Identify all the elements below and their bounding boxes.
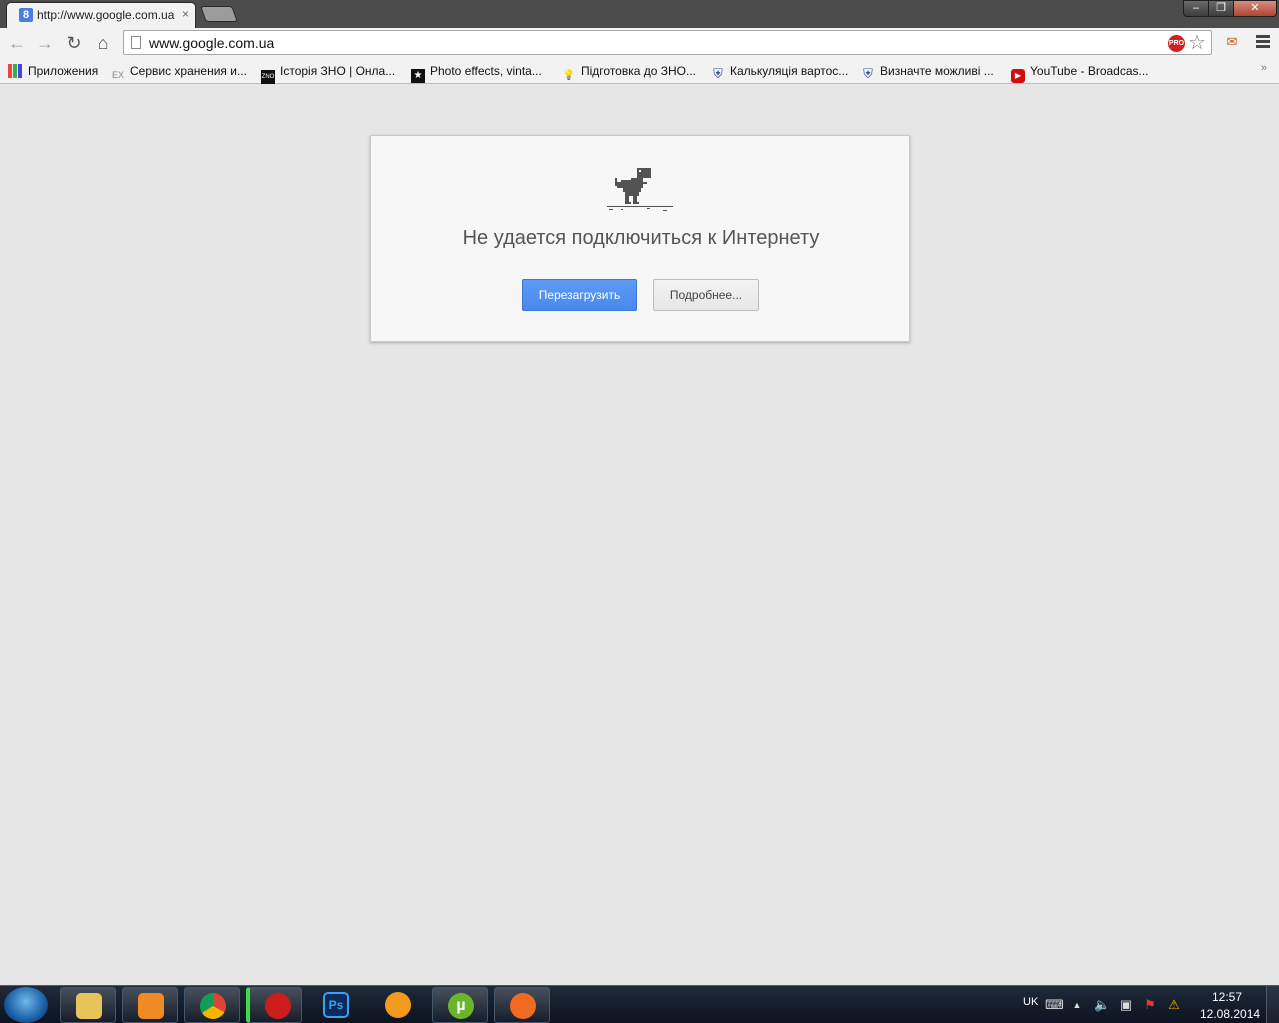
taskbar-chrome[interactable]: [184, 987, 240, 1023]
bookmark-label: Історія ЗНО | Онла...: [280, 64, 396, 78]
clock-date[interactable]: 12.08.2014: [1200, 1007, 1260, 1021]
folder-icon: [76, 993, 102, 1019]
bookmark-item[interactable]: 💡 Підготовка до ЗНО...: [562, 62, 697, 81]
close-window-button[interactable]: ✕: [1233, 0, 1277, 17]
page-content: Не удается подключиться к Интернету Пере…: [0, 85, 1279, 985]
windows-taskbar: Ps µ UK ⌨ ▲ 🔈 ▣ ⚑ ⚠ 12:57 12.08.2014: [0, 985, 1279, 1023]
bookmark-item[interactable]: ▶ YouTube - Broadcas...: [1011, 62, 1149, 83]
shield-icon: ⛨: [863, 66, 873, 81]
lightbulb-icon: 💡: [562, 70, 576, 81]
action-center-icon[interactable]: ⚑: [1142, 997, 1158, 1013]
shield-icon: ⛨: [713, 66, 723, 81]
address-bar[interactable]: www.google.com.ua PRO ☆: [123, 30, 1212, 55]
tab-close-icon[interactable]: ×: [182, 7, 189, 21]
offline-error-card: Не удается подключиться к Интернету Пере…: [370, 135, 910, 342]
opera-icon: [265, 993, 291, 1019]
bookmark-item[interactable]: ★ Photo effects, vinta...: [411, 62, 542, 83]
keyboard-icon[interactable]: ⌨: [1045, 997, 1064, 1013]
utorrent-icon: µ: [448, 993, 474, 1019]
bookmark-label: Сервис хранения и...: [130, 64, 247, 78]
tab-title: http://www.google.com.ua: [37, 8, 175, 22]
bookmark-label: Photo effects, vinta...: [430, 64, 542, 78]
star-badge-icon: ★: [411, 69, 425, 83]
bookmark-apps[interactable]: Приложения: [8, 62, 98, 80]
taskbar-utorrent[interactable]: µ: [432, 987, 488, 1023]
apps-icon: [8, 64, 22, 78]
bookmark-item[interactable]: EX Сервис хранения и...: [111, 62, 247, 80]
url-text[interactable]: www.google.com.ua: [149, 35, 274, 51]
extension-icon[interactable]: ✉: [1224, 34, 1240, 50]
bookmark-label: Приложения: [28, 64, 99, 78]
page-icon: [131, 36, 141, 49]
volume-icon[interactable]: 🔈: [1094, 997, 1110, 1013]
network-icon[interactable]: ▣: [1118, 997, 1134, 1013]
bookmark-star-icon[interactable]: ☆: [1188, 32, 1206, 54]
show-desktop-button[interactable]: [1266, 986, 1279, 1023]
google-favicon-icon: 8: [19, 8, 33, 22]
photoshop-icon: Ps: [323, 992, 349, 1018]
tray-expand-icon[interactable]: ▲: [1069, 997, 1085, 1013]
taskbar-aimp[interactable]: [370, 987, 426, 1023]
media-player-icon: [138, 993, 164, 1019]
youtube-icon: ▶: [1011, 69, 1025, 83]
taskbar-photoshop[interactable]: Ps: [308, 987, 364, 1023]
warning-icon[interactable]: ⚠: [1166, 997, 1182, 1013]
forward-arrow-icon[interactable]: →: [34, 33, 56, 53]
bookmark-label: Визначте можливі ...: [880, 64, 994, 78]
aimp-icon: [385, 992, 411, 1018]
offline-dino-icon: [607, 168, 673, 211]
chrome-menu-icon[interactable]: [1256, 35, 1270, 49]
language-indicator[interactable]: UK: [1023, 996, 1038, 1023]
bookmark-label: Калькуляція вартос...: [730, 64, 849, 78]
details-button[interactable]: Подробнее...: [653, 279, 759, 311]
browser-toolbar: ← → ↻ ⌂ www.google.com.ua PRO ☆ ✉: [0, 28, 1279, 58]
title-bar: 8 http://www.google.com.ua × – ❐ ✕: [0, 0, 1279, 28]
origin-icon: [510, 993, 536, 1019]
taskbar-opera[interactable]: [246, 987, 302, 1023]
error-title: Не удается подключиться к Интернету: [462, 227, 820, 249]
ex-icon: EX: [111, 70, 124, 80]
taskbar-explorer[interactable]: [60, 987, 116, 1023]
chrome-icon: [200, 993, 226, 1019]
bookmark-label: YouTube - Broadcas...: [1030, 64, 1149, 78]
taskbar-origin[interactable]: [494, 987, 550, 1023]
bookmarks-overflow-icon[interactable]: »: [1261, 62, 1267, 74]
tab-google[interactable]: 8 http://www.google.com.ua ×: [6, 2, 196, 28]
new-tab-button[interactable]: [200, 6, 238, 22]
adblock-pro-icon[interactable]: PRO: [1168, 35, 1185, 52]
bookmarks-bar: Приложения EX Сервис хранения и... ZNO Іст…: [0, 58, 1279, 84]
bookmark-item[interactable]: ⛨ Калькуляція вартос...: [711, 62, 849, 81]
bookmark-label: Підготовка до ЗНО...: [581, 64, 697, 78]
maximize-button[interactable]: ❐: [1208, 0, 1234, 17]
clock-time[interactable]: 12:57: [1212, 990, 1242, 1004]
minimize-button[interactable]: –: [1183, 0, 1209, 17]
taskbar-media-player[interactable]: [122, 987, 178, 1023]
back-arrow-icon[interactable]: ←: [6, 33, 28, 53]
bookmark-item[interactable]: ⛨ Визначте можливі ...: [861, 62, 994, 81]
start-button[interactable]: [4, 987, 48, 1023]
reload-icon[interactable]: ↻: [63, 33, 85, 53]
bookmark-item[interactable]: ZNO Історія ЗНО | Онла...: [261, 62, 396, 84]
home-icon[interactable]: ⌂: [92, 33, 114, 53]
zno-icon: ZNO: [261, 70, 275, 84]
reload-button[interactable]: Перезагрузить: [522, 279, 637, 311]
